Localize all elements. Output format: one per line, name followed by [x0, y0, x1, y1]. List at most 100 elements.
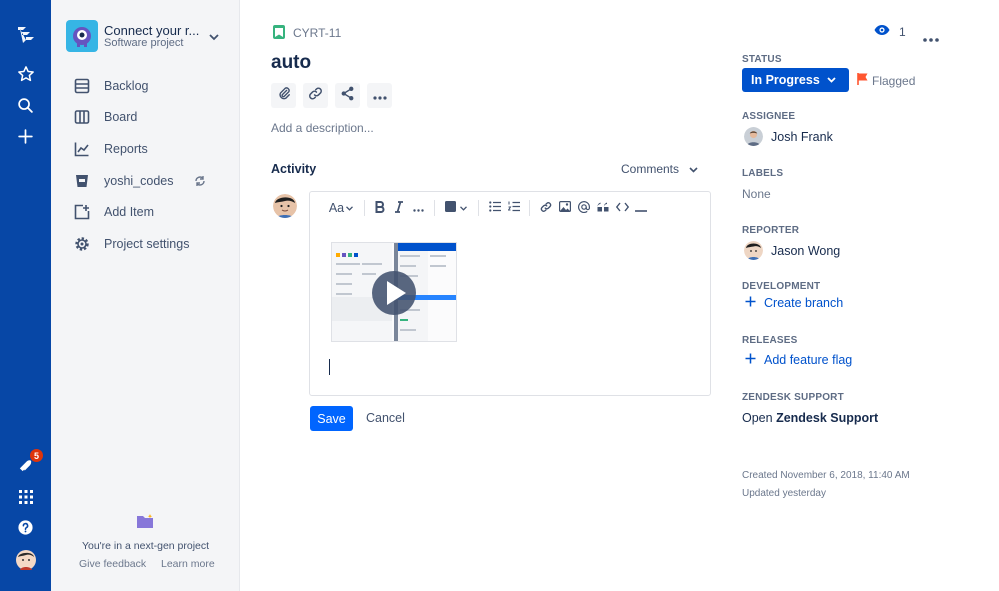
bullet-list-icon: [489, 201, 501, 215]
cancel-button[interactable]: Cancel: [366, 411, 405, 425]
text-style-label: Aa: [328, 201, 345, 215]
chevron-down-icon: [346, 205, 354, 211]
chevron-down-icon[interactable]: [209, 28, 219, 46]
story-icon: [273, 25, 285, 39]
open-zendesk-link[interactable]: Open Zendesk Support: [742, 411, 878, 425]
assignee-field[interactable]: Josh Frank: [744, 127, 833, 146]
quote-icon: [597, 201, 609, 215]
gear-icon: [73, 235, 91, 253]
video-thumbnail[interactable]: [331, 242, 457, 342]
plus-icon: [745, 296, 756, 310]
sidebar-item-board[interactable]: Board: [73, 106, 223, 128]
give-feedback-link[interactable]: Give feedback: [79, 558, 146, 570]
bold-icon: [375, 200, 385, 216]
add-feature-flag-link[interactable]: Add feature flag: [745, 353, 852, 367]
italic-button[interactable]: [392, 200, 406, 216]
status-label: STATUS: [742, 54, 782, 65]
created-timestamp: Created November 6, 2018, 11:40 AM: [742, 470, 910, 481]
sidebar-item-label: yoshi_codes: [104, 174, 174, 188]
app-switcher-icon[interactable]: [12, 483, 39, 510]
star-icon[interactable]: [12, 60, 39, 87]
board-icon: [73, 108, 91, 126]
bold-button[interactable]: [373, 200, 387, 216]
image-button[interactable]: [558, 200, 572, 216]
toolbar-divider: [529, 200, 530, 216]
jira-logo-icon[interactable]: [12, 22, 39, 49]
next-gen-folder-icon: [136, 514, 154, 534]
add-feature-flag-label: Add feature flag: [764, 353, 853, 367]
help-icon[interactable]: [12, 514, 39, 541]
sidebar-item-label: Reports: [104, 142, 148, 156]
bullet-list-button[interactable]: [488, 200, 502, 216]
quote-button[interactable]: [596, 200, 610, 216]
issue-title[interactable]: auto: [271, 52, 311, 74]
status-dropdown[interactable]: In Progress: [742, 68, 849, 92]
next-gen-message: You're in a next-gen project: [81, 540, 210, 552]
reporter-name: Jason Wong: [771, 243, 841, 258]
sidebar-item-reports[interactable]: Reports: [73, 138, 223, 160]
chevron-down-icon: [827, 74, 836, 88]
assignee-label: ASSIGNEE: [742, 111, 796, 122]
save-button[interactable]: Save: [310, 406, 353, 431]
toolbar-divider: [478, 200, 479, 216]
sidebar-item-add-item[interactable]: Add Item: [73, 201, 223, 223]
numbered-list-button[interactable]: [507, 200, 521, 216]
watcher-count: 1: [899, 24, 906, 39]
zendesk-label: ZENDESK SUPPORT: [742, 392, 844, 403]
jira-issue-view: 5 Connect your r... Software project Bac…: [0, 0, 999, 591]
zendesk-prefix: Open: [742, 411, 777, 425]
flagged-indicator[interactable]: Flagged: [857, 72, 915, 89]
code-button[interactable]: [615, 200, 629, 216]
search-icon[interactable]: [12, 92, 39, 119]
project-avatar[interactable]: [66, 20, 98, 52]
labels-value[interactable]: None: [742, 187, 771, 201]
link-issue-button[interactable]: [303, 83, 328, 108]
mention-button[interactable]: [577, 200, 591, 216]
sidebar-item-label: Add Item: [104, 205, 155, 219]
share-button[interactable]: [335, 83, 360, 108]
text-style-dropdown[interactable]: Aa: [328, 200, 354, 216]
divider-button[interactable]: [634, 200, 648, 216]
reporter-label: REPORTER: [742, 225, 800, 236]
color-swatch-icon: [445, 201, 456, 215]
project-type: Software project: [104, 37, 184, 49]
issue-key[interactable]: CYRT-11: [293, 26, 341, 40]
reporter-field[interactable]: Jason Wong: [744, 241, 840, 260]
project-name[interactable]: Connect your r...: [104, 23, 199, 38]
share-icon: [340, 86, 355, 106]
global-navigation: 5: [0, 0, 51, 591]
numbered-list-icon: [507, 201, 520, 215]
comment-editor[interactable]: Aa: [309, 191, 711, 396]
notification-count-badge: 5: [29, 448, 44, 463]
attach-button[interactable]: [271, 83, 296, 108]
create-branch-link[interactable]: Create branch: [745, 296, 843, 310]
image-icon: [559, 201, 572, 215]
code-icon: [615, 201, 629, 215]
comments-filter-label: Comments: [621, 162, 680, 176]
learn-more-link[interactable]: Learn more: [161, 558, 215, 570]
chevron-down-icon: [460, 205, 467, 211]
sidebar-item-backlog[interactable]: Backlog: [73, 75, 223, 97]
link-icon: [308, 86, 323, 106]
more-actions-button[interactable]: [367, 83, 392, 108]
project-sidebar: Connect your r... Software project Backl…: [51, 0, 240, 591]
more-formatting-button[interactable]: [411, 200, 425, 216]
current-user-avatar: [273, 194, 297, 218]
plus-icon[interactable]: [12, 123, 39, 150]
text-color-button[interactable]: [443, 200, 469, 216]
repository-icon: [73, 172, 91, 190]
watch-button[interactable]: 1: [874, 24, 906, 39]
more-icon: [412, 201, 424, 215]
profile-avatar[interactable]: [12, 546, 39, 573]
assignee-avatar: [744, 127, 763, 146]
description-field[interactable]: Add a description...: [271, 121, 374, 135]
link-button[interactable]: [539, 200, 553, 216]
releases-label: RELEASES: [742, 335, 798, 346]
paperclip-icon: [277, 86, 291, 105]
comments-filter-dropdown[interactable]: Comments: [621, 162, 698, 176]
sidebar-item-project-settings[interactable]: Project settings: [73, 233, 223, 255]
reports-icon: [73, 140, 91, 158]
flag-icon: [857, 72, 869, 89]
sidebar-item-label: Project settings: [104, 237, 190, 251]
more-options-button[interactable]: [923, 29, 939, 47]
